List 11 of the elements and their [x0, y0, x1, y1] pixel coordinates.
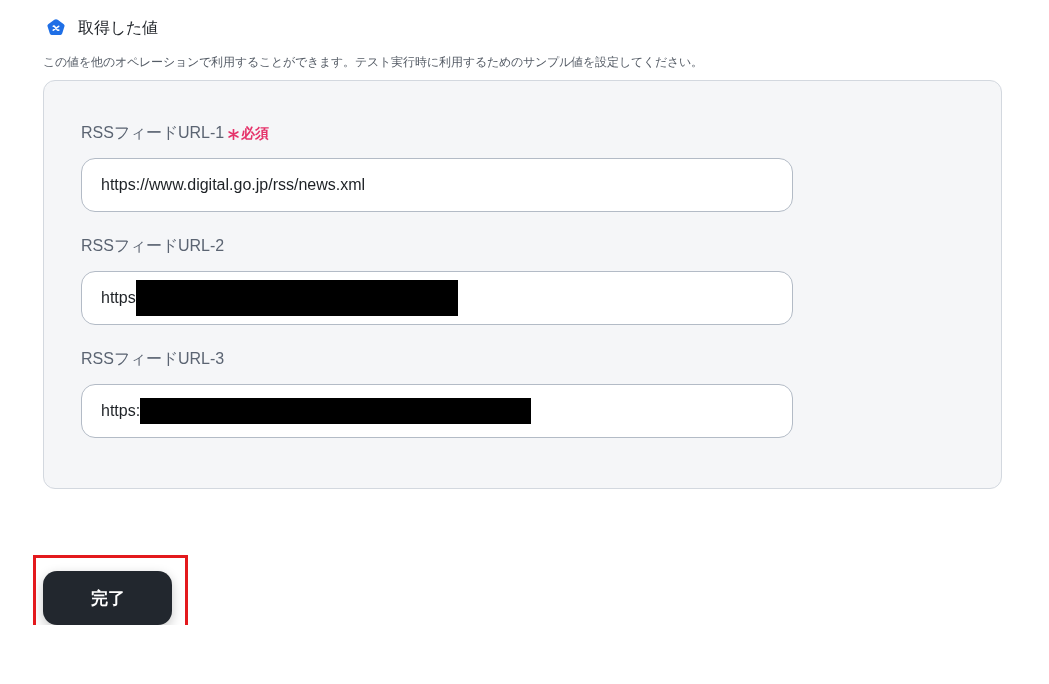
required-label: 必須 [241, 124, 270, 143]
input-field[interactable]: https [81, 271, 793, 325]
input-field[interactable]: https: [81, 384, 793, 438]
field-label: RSSフィードURL-2 [81, 236, 225, 256]
variable-icon [46, 18, 66, 38]
field-label: RSSフィードURL-1 [81, 123, 225, 143]
input-field[interactable]: https://www.digital.go.jp/rss/news.xml [81, 158, 793, 212]
field-label: RSSフィードURL-3 [81, 349, 225, 369]
done-button[interactable]: 完了 [43, 571, 172, 625]
section-title: 取得した値 [78, 18, 158, 38]
section-description: この値を他のオペレーションで利用することができます。テスト実行時に利用するためのサンプル値を設定してください。 [43, 54, 703, 70]
